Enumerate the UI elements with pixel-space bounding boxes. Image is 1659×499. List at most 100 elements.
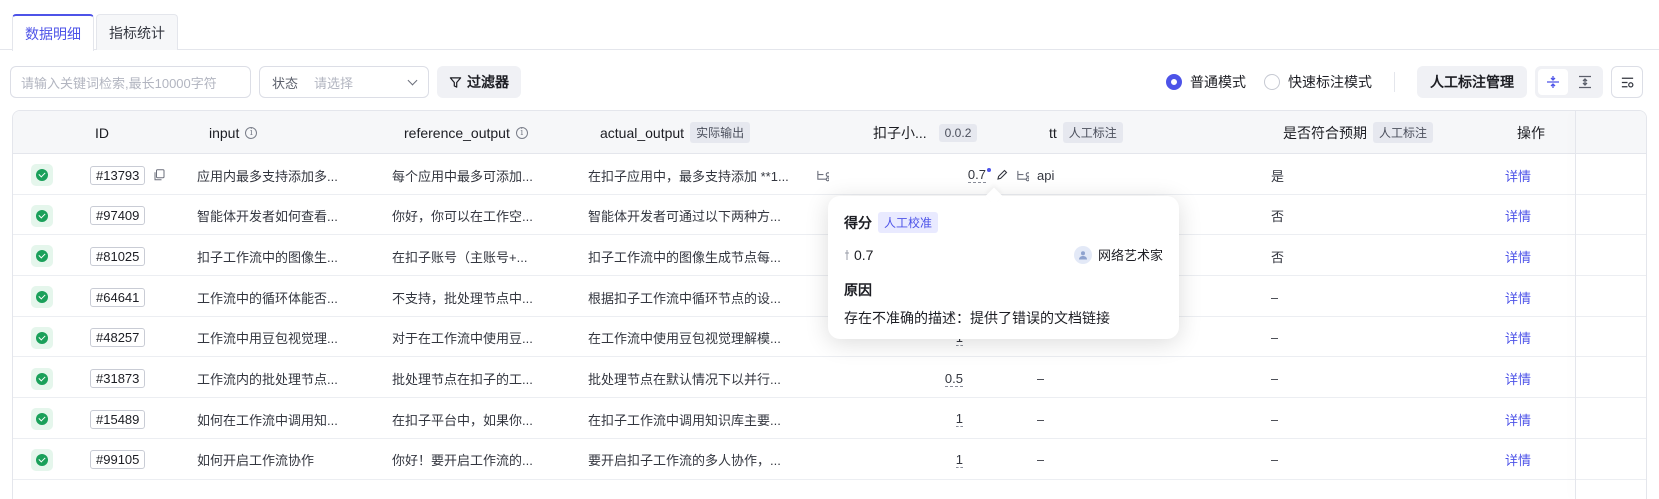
id-cell: #31873 — [90, 358, 146, 400]
tt-cell: – — [1037, 371, 1045, 386]
popover-title: 得分 人工校准 — [844, 212, 1163, 233]
score-value[interactable]: 1 — [955, 452, 963, 468]
detail-cell: 详情 — [1505, 235, 1531, 277]
actual-output-cell: 批处理节点在默认情况下以并行... — [588, 372, 781, 387]
fixed-column-divider — [1575, 111, 1576, 499]
detail-link[interactable]: 详情 — [1505, 206, 1531, 225]
actual-output-cell: 要开启扣子工作流的多人协作，... — [588, 453, 781, 469]
compact-view-button[interactable] — [1538, 69, 1568, 95]
table-row[interactable]: #15489 如何在工作流中调用知... 在扣子平台中，如果你... 在扣子工作流中调… — [13, 398, 1646, 439]
status-select[interactable]: 状态 请选择 — [259, 66, 429, 98]
col-expect-label: 是否符合预期 — [1283, 124, 1367, 141]
user-icon — [1078, 250, 1087, 259]
detail-link[interactable]: 详情 — [1505, 369, 1531, 388]
detail-link[interactable]: 详情 — [1505, 288, 1531, 307]
status-success-icon — [31, 326, 53, 349]
col-tt-label: tt — [1049, 124, 1057, 141]
status-success-icon — [31, 204, 53, 227]
table-header: ID input i reference_output i actual_out… — [13, 111, 1646, 154]
tt-cell: api — [1037, 167, 1055, 183]
status-cell — [31, 358, 53, 400]
expect-cell: – — [1271, 330, 1279, 346]
popover-title-text: 得分 — [844, 214, 872, 231]
manual-calibration-tag: 人工校准 — [878, 212, 939, 233]
row-id: #15489 — [90, 409, 146, 429]
score-cell[interactable]: 1 — [955, 439, 963, 481]
score-cell[interactable]: 0.5 — [944, 358, 963, 400]
popover-reason-title: 原因 — [844, 282, 872, 298]
trace-icon[interactable] — [816, 169, 829, 182]
detail-cell: 详情 — [1505, 154, 1531, 196]
score-value[interactable]: 0.7 — [967, 167, 991, 183]
manual-annotation-manage-button[interactable]: 人工标注管理 — [1417, 66, 1527, 98]
tt-cell: – — [1037, 452, 1045, 468]
table-row[interactable]: #13793 应用内最多支持添加多... 每个应用中最多可添加... 在扣子应用中，最… — [13, 154, 1646, 195]
row-id: #48257 — [90, 328, 146, 348]
copy-icon[interactable] — [153, 169, 165, 181]
trace-cell — [816, 154, 829, 196]
detail-cell: 详情 — [1505, 195, 1531, 237]
row-id: #64641 — [90, 287, 146, 307]
actual-output-cell: 根据扣子工作流中循环节点的设... — [588, 290, 781, 306]
row-id: #81025 — [90, 246, 146, 266]
column-settings-button[interactable] — [1611, 66, 1643, 98]
mode-normal-radio[interactable]: 普通模式 — [1166, 72, 1246, 92]
col-header-actual-output: actual_output 实际输出 — [600, 111, 751, 154]
col-header-expect: 是否符合预期 人工标注 — [1283, 111, 1434, 154]
detail-cell: 详情 — [1505, 439, 1531, 481]
detail-link[interactable]: 详情 — [1505, 328, 1531, 347]
row-density-toggle — [1535, 66, 1603, 98]
info-icon[interactable]: i — [245, 126, 258, 139]
reference-output-cell: 不支持，批处理节点中... — [392, 290, 533, 306]
toolbar-divider — [1394, 72, 1395, 92]
mode-fast-radio[interactable]: 快速标注模式 — [1264, 72, 1372, 92]
tab-metrics[interactable]: 指标统计 — [96, 14, 178, 50]
detail-link[interactable]: 详情 — [1505, 166, 1531, 185]
column-settings-icon — [1621, 77, 1633, 88]
tt-annotation-tag: 人工标注 — [1062, 122, 1123, 143]
input-cell: 如何在工作流中调用知... — [197, 412, 338, 428]
popover-score-row: 0.7 网络艺术家 — [844, 245, 1163, 264]
status-cell — [31, 154, 53, 196]
id-cell: #48257 — [90, 317, 146, 359]
detail-link[interactable]: 详情 — [1505, 247, 1531, 266]
status-cell — [31, 276, 53, 318]
score-value[interactable]: 1 — [955, 411, 963, 428]
trace-icon[interactable] — [1016, 169, 1029, 182]
status-success-icon — [31, 164, 53, 186]
popover-user: 网络艺术家 — [1073, 245, 1163, 264]
tab-data-detail[interactable]: 数据明细 — [12, 14, 94, 51]
mode-radio-group: 普通模式 快速标注模式 — [1166, 66, 1372, 98]
detail-link[interactable]: 详情 — [1505, 410, 1531, 429]
evaluator-version-tag: 0.0.2 — [938, 123, 978, 142]
table-row[interactable]: #31873 工作流内的批处理节点... 批处理节点在扣子的工... 批处理节点在默认… — [13, 358, 1646, 399]
filter-button[interactable]: 过滤器 — [437, 66, 521, 98]
col-op-label: 操作 — [1517, 124, 1545, 141]
row-id: #99105 — [90, 450, 146, 470]
expanded-view-button[interactable] — [1570, 69, 1600, 95]
search-input[interactable]: 请输入关键词检索,最长10000字符 — [10, 66, 251, 98]
radio-checked-icon — [1166, 74, 1182, 90]
reference-output-cell: 你好！要开启工作流的... — [392, 453, 533, 469]
score-value[interactable]: 0.5 — [944, 371, 963, 387]
actual-output-cell: 在扣子工作流中调用知识库主要... — [588, 412, 781, 428]
status-placeholder: 请选择 — [314, 75, 354, 91]
input-cell: 工作流中用豆包视觉理... — [197, 331, 338, 347]
score-cell[interactable]: 1 — [955, 398, 963, 440]
detail-cell: 详情 — [1505, 398, 1531, 440]
status-cell — [31, 195, 53, 237]
table-row[interactable]: #99105 如何开启工作流协作 你好！要开启工作流的... 要开启扣子工作流的多人协… — [13, 439, 1646, 480]
edit-icon[interactable] — [996, 169, 1008, 181]
id-cell: #99105 — [90, 439, 146, 481]
info-icon[interactable]: i — [515, 126, 528, 139]
chevron-down-icon — [407, 75, 418, 85]
popover-reason-text: 存在不准确的描述：提供了错误的文档链接 — [844, 310, 1110, 326]
col-actual-label: actual_output — [600, 124, 685, 141]
reference-output-cell: 在扣子平台中，如果你... — [392, 412, 533, 428]
status-success-icon — [31, 408, 53, 431]
detail-link[interactable]: 详情 — [1505, 450, 1531, 469]
expect-annotation-tag: 人工标注 — [1373, 122, 1434, 143]
id-cell: #64641 — [90, 276, 146, 318]
score-cell[interactable]: 0.7 — [967, 154, 1029, 196]
input-cell: 扣子工作流中的图像生... — [197, 249, 338, 265]
